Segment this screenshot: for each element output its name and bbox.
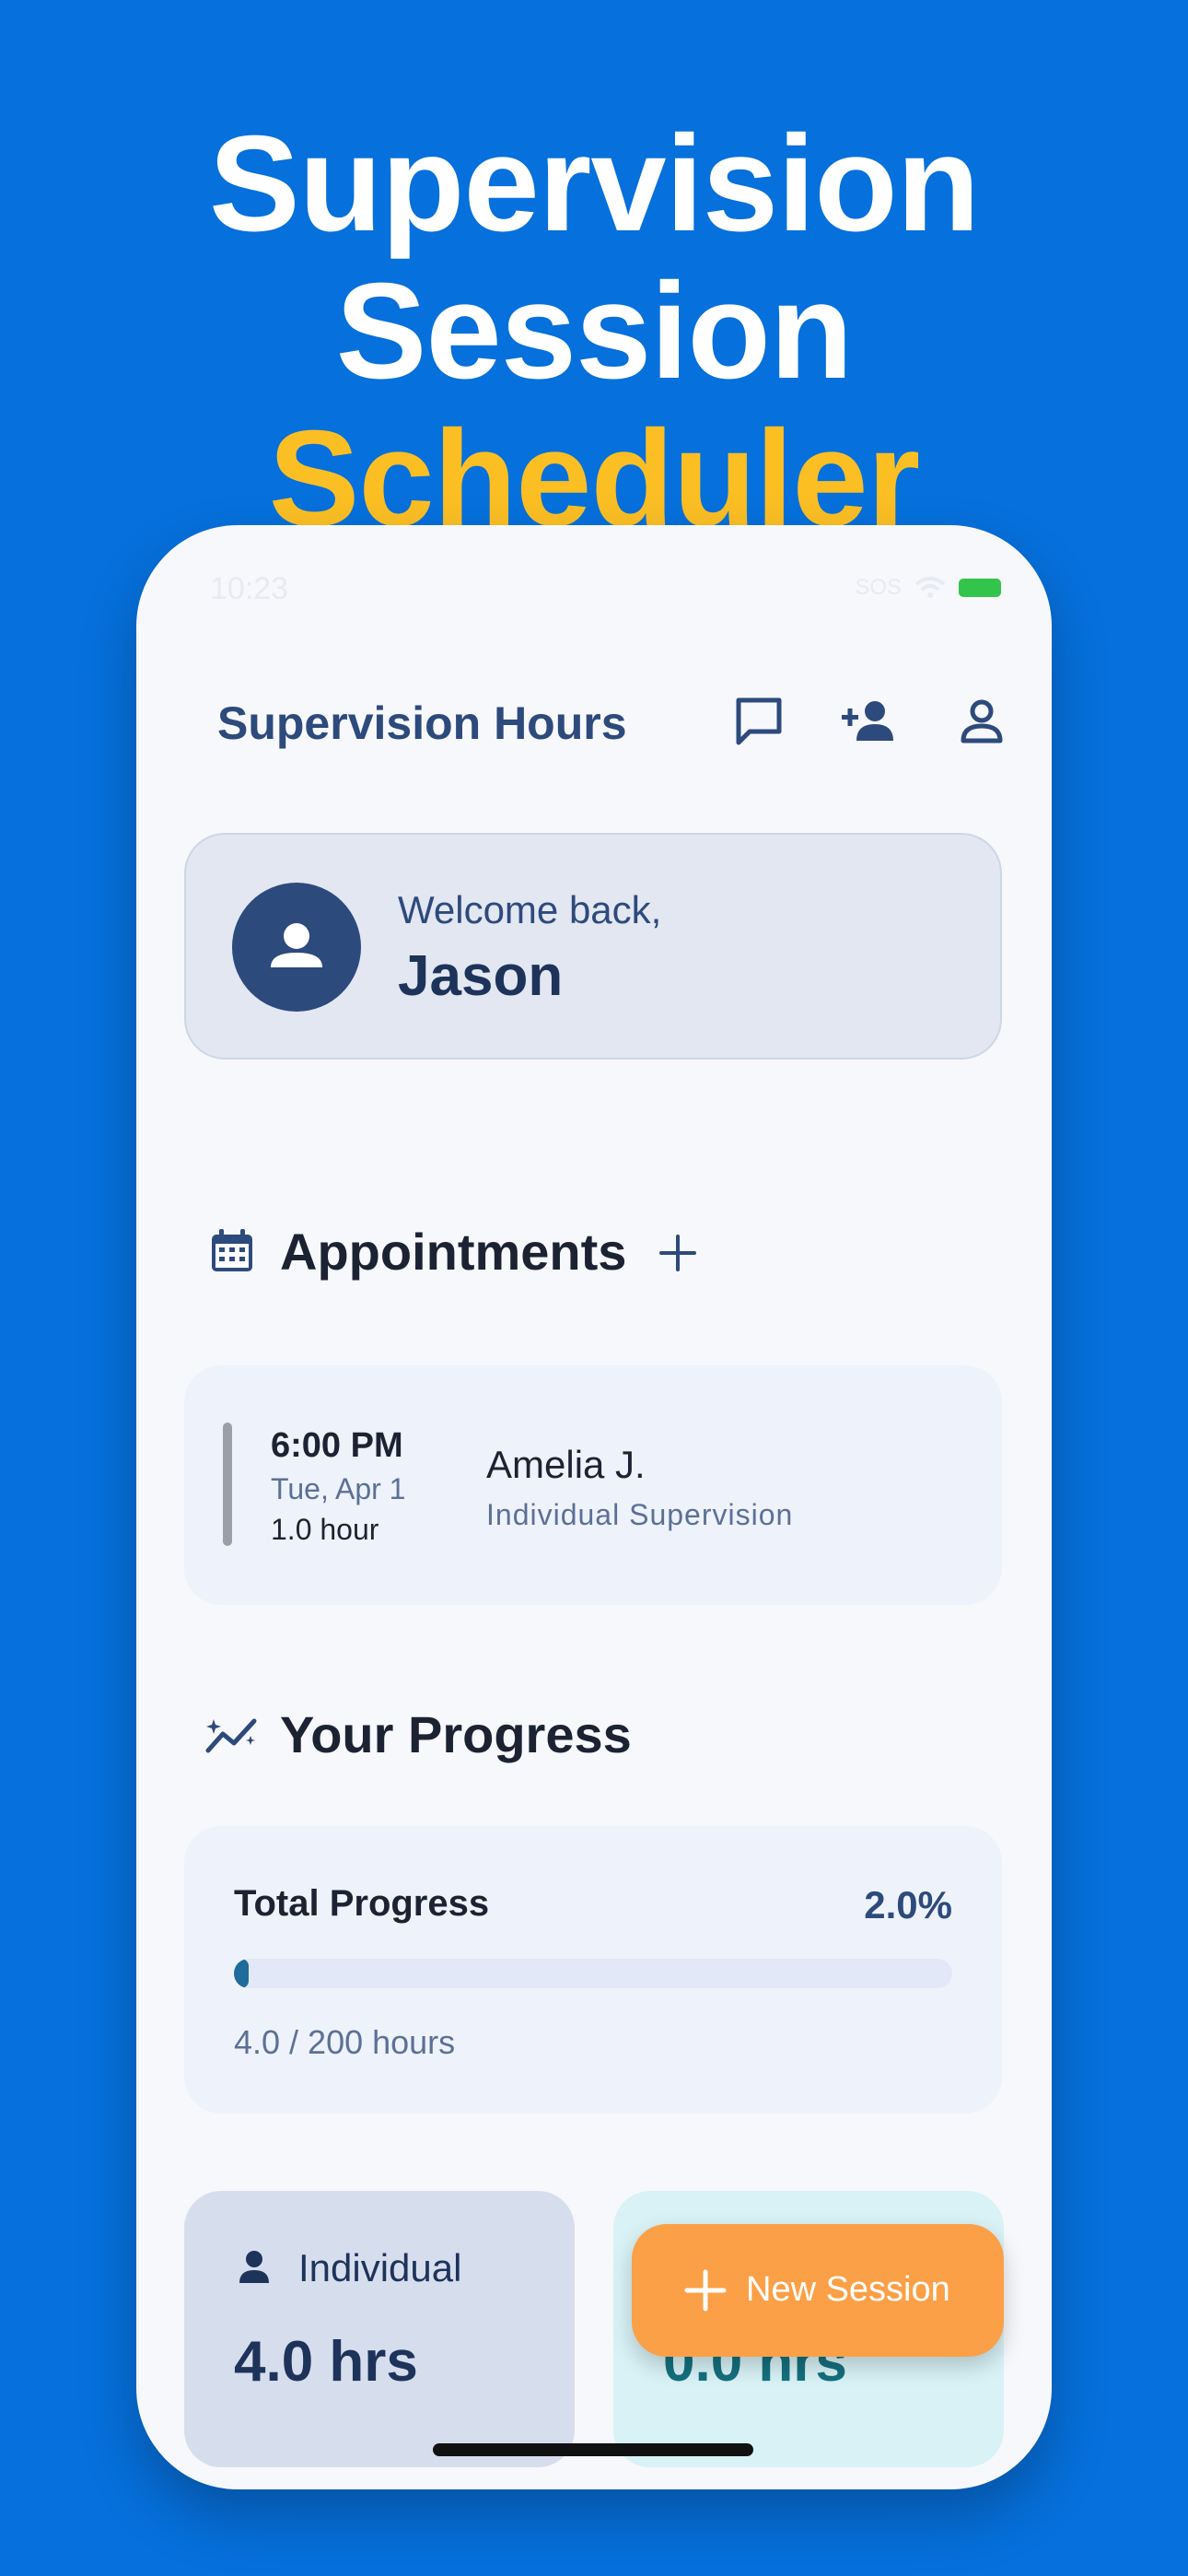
- individual-hours-value: 4.0 hrs: [234, 2330, 418, 2394]
- progress-hours: 4.0 / 200 hours: [234, 2023, 456, 2061]
- individual-label: Individual: [298, 2246, 462, 2289]
- appointment-duration: 1.0 hour: [271, 1513, 379, 1546]
- status-right: SOS: [855, 575, 1001, 601]
- welcome-greeting: Welcome back,: [398, 888, 662, 931]
- profile-icon[interactable]: [952, 691, 1011, 750]
- appointment-time: 6:00 PM: [271, 1426, 403, 1465]
- plus-icon: [684, 2269, 727, 2312]
- appointment-status-bar: [223, 1423, 232, 1546]
- progress-card: Total Progress 2.0% 4.0 / 200 hours: [184, 1826, 1002, 2113]
- home-indicator[interactable]: [433, 2443, 753, 2456]
- status-time: 10:23: [210, 571, 289, 606]
- headline-line-1: Supervision: [208, 108, 980, 260]
- user-name: Jason: [398, 944, 564, 1008]
- wifi-icon: [914, 577, 946, 598]
- app-header: Supervision Hours: [136, 673, 1052, 765]
- add-user-icon[interactable]: [838, 691, 897, 750]
- headline-line-2: Session Scheduler: [0, 258, 1188, 553]
- trending-up-icon: [205, 1718, 257, 1753]
- appointment-client-name: Amelia J.: [486, 1443, 646, 1486]
- progress-bar: [234, 1959, 952, 1988]
- add-appointment-button[interactable]: [658, 1233, 698, 1273]
- appointment-card[interactable]: 6:00 PM Tue, Apr 1 1.0 hour Amelia J. In…: [184, 1365, 1002, 1605]
- chat-icon[interactable]: [729, 691, 788, 750]
- individual-hours-card[interactable]: Individual 4.0 hrs: [184, 2191, 575, 2467]
- progress-title: Your Progress: [280, 1705, 632, 1763]
- appointment-date: Tue, Apr 1: [271, 1472, 406, 1505]
- app-title: Supervision Hours: [217, 697, 627, 749]
- status-bar: 10:23 SOS: [210, 571, 1001, 608]
- new-session-label: New Session: [746, 2270, 950, 2309]
- battery-icon: [959, 579, 1001, 597]
- appointment-type: Individual Supervision: [486, 1498, 794, 1531]
- calendar-icon: [212, 1229, 252, 1271]
- welcome-card: Welcome back, Jason: [184, 833, 1002, 1060]
- person-icon: [271, 923, 322, 967]
- person-icon: [239, 2251, 269, 2283]
- avatar: [232, 883, 361, 1012]
- appointments-title: Appointments: [280, 1223, 627, 1281]
- new-session-button[interactable]: New Session: [632, 2224, 1004, 2357]
- progress-bar-fill: [234, 1959, 249, 1988]
- phone-frame: 10:23 SOS Supervision Hours Welcome back…: [136, 525, 1052, 2489]
- headline-plain-word: Session: [335, 255, 854, 407]
- carrier-text: SOS: [855, 575, 902, 600]
- promo-headline: Supervision Session Scheduler: [0, 111, 1188, 553]
- progress-percent: 2.0%: [864, 1883, 952, 1926]
- total-progress-label: Total Progress: [234, 1883, 490, 1924]
